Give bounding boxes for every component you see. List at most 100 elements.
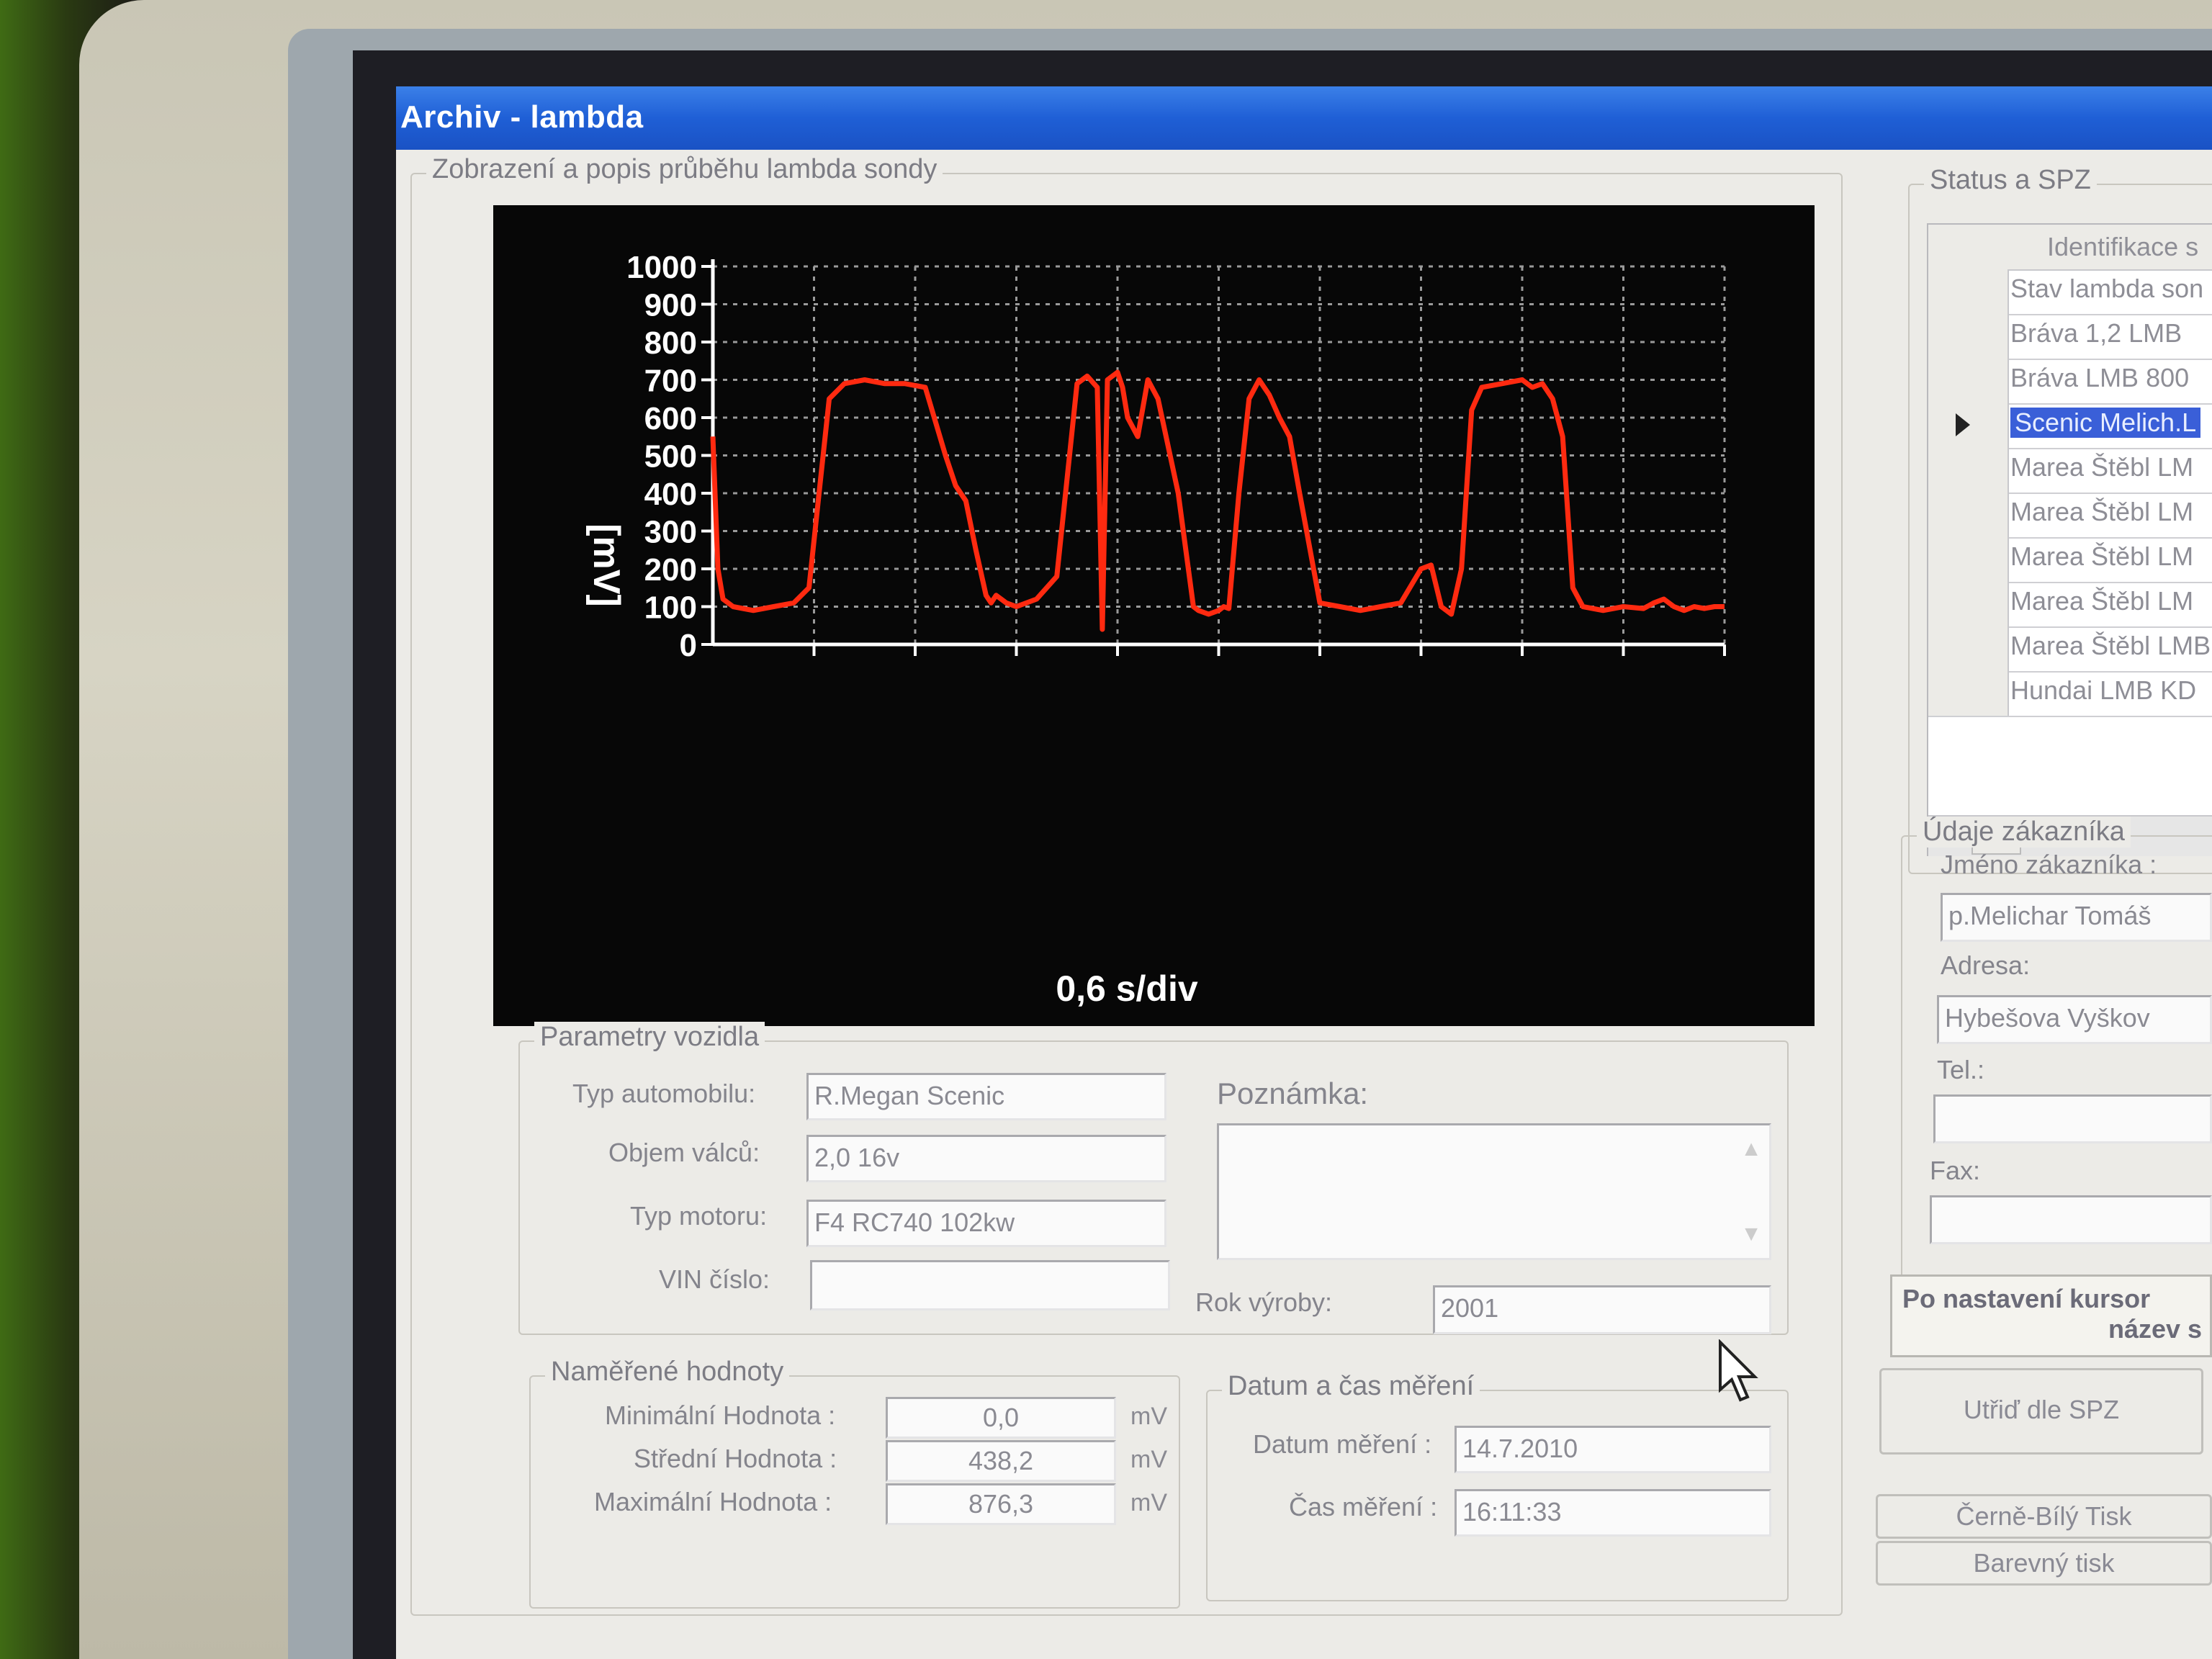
mid-unit: mV bbox=[1130, 1446, 1167, 1473]
cylinder-volume-field[interactable]: 2,0 16v bbox=[806, 1135, 1166, 1182]
row-cell: Stav lambda son bbox=[2010, 274, 2204, 303]
table-row[interactable]: Stav lambda son bbox=[1928, 269, 2212, 315]
datetime-legend: Datum a čas měření bbox=[1222, 1371, 1480, 1402]
y-tick-label: 0 bbox=[680, 628, 697, 663]
lambda-chart-svg: 10009008007006005004003002001000 [mV] 0,… bbox=[585, 250, 1726, 1009]
row-header[interactable] bbox=[1928, 537, 2009, 582]
min-value-label: Minimální Hodnota : bbox=[605, 1401, 836, 1430]
year-label: Rok výroby: bbox=[1195, 1287, 1333, 1317]
cylinder-volume-label: Objem válců: bbox=[608, 1138, 760, 1167]
address-label: Adresa: bbox=[1941, 950, 2031, 980]
time-field: 16:11:33 bbox=[1455, 1489, 1771, 1537]
row-cell: Scenic Melich.L bbox=[2010, 408, 2201, 438]
sort-by-spz-button[interactable]: Utřiď dle SPZ bbox=[1879, 1368, 2203, 1455]
row-header[interactable] bbox=[1928, 448, 2009, 493]
mid-value-field: 438,2 bbox=[886, 1440, 1116, 1482]
row-cell: Bráva 1,2 LMB bbox=[2010, 318, 2182, 348]
row-pointer-icon bbox=[1956, 413, 1970, 436]
y-tick-label: 100 bbox=[644, 590, 697, 626]
max-unit: mV bbox=[1130, 1489, 1167, 1516]
y-tick-label: 500 bbox=[644, 439, 697, 475]
year-field[interactable]: 2001 bbox=[1433, 1285, 1771, 1334]
y-axis-label: [mV] bbox=[585, 523, 627, 607]
fax-field[interactable] bbox=[1930, 1195, 2212, 1244]
y-tick-label: 600 bbox=[644, 401, 697, 436]
table-row[interactable]: Bráva LMB 800 bbox=[1928, 359, 2212, 405]
status-table: Identifikace s Stav lambda son Bráva 1,2 … bbox=[1927, 223, 2212, 856]
car-type-label: Typ automobilu: bbox=[572, 1079, 756, 1108]
row-header[interactable] bbox=[1928, 626, 2009, 671]
row-header[interactable] bbox=[1928, 582, 2009, 626]
x-axis-label: 0,6 s/div bbox=[1056, 968, 1198, 1009]
table-row[interactable]: Hundai LMB KD bbox=[1928, 671, 2212, 717]
min-unit: mV bbox=[1130, 1403, 1167, 1430]
table-row[interactable]: Marea Štěbl LMB bbox=[1928, 626, 2212, 673]
row-cell: Marea Štěbl LM bbox=[2010, 541, 2194, 571]
status-legend: Status a SPZ bbox=[1924, 165, 2097, 196]
table-row[interactable]: Marea Štěbl LM bbox=[1928, 582, 2212, 628]
hint-box: Po nastavení kursor název s bbox=[1890, 1274, 2212, 1357]
row-cell: Marea Štěbl LM bbox=[2010, 452, 2194, 482]
row-cell: Bráva LMB 800 bbox=[2010, 363, 2190, 392]
customer-name-label: Jméno zákazníka : bbox=[1941, 850, 2157, 879]
scroll-up-icon[interactable]: ▲ bbox=[1740, 1128, 1762, 1170]
customer-legend: Údaje zákazníka bbox=[1917, 817, 2131, 848]
note-label: Poznámka: bbox=[1217, 1076, 1369, 1110]
row-header[interactable] bbox=[1928, 359, 2009, 403]
y-tick-label: 700 bbox=[644, 364, 697, 399]
table-row[interactable]: Scenic Melich.L bbox=[1928, 403, 2212, 449]
row-header[interactable] bbox=[1928, 269, 2009, 314]
y-tick-label: 900 bbox=[644, 288, 697, 323]
mid-value-label: Střední Hodnota : bbox=[634, 1444, 837, 1473]
customer-name-field[interactable]: p.Melichar Tomáš bbox=[1941, 893, 2212, 942]
row-cell: Marea Štěbl LM bbox=[2010, 497, 2194, 526]
table-row[interactable]: Marea Štěbl LM bbox=[1928, 493, 2212, 539]
title-bar[interactable]: Archiv - lambda bbox=[396, 86, 2212, 150]
measured-values-legend: Naměřené hodnoty bbox=[545, 1357, 790, 1388]
vehicle-params-legend: Parametry vozidla bbox=[534, 1022, 765, 1053]
y-tick-label: 300 bbox=[644, 515, 697, 550]
lambda-chart: 1000 900 800 700 600 500 400 300 200 100 0 [mV] 0,… bbox=[493, 205, 1815, 1026]
vin-field[interactable] bbox=[810, 1260, 1170, 1310]
max-value-label: Maximální Hodnota : bbox=[594, 1487, 832, 1516]
column-header-label: Identifikace s bbox=[2047, 232, 2199, 261]
table-row[interactable]: Marea Štěbl LM bbox=[1928, 537, 2212, 583]
bw-print-button[interactable]: Černě-Bílý Tisk bbox=[1876, 1494, 2212, 1539]
min-value-field: 0,0 bbox=[886, 1397, 1116, 1439]
row-header[interactable] bbox=[1928, 671, 2009, 716]
graph-group-legend: Zobrazení a popis průběhu lambda sondy bbox=[426, 154, 943, 185]
row-cell: Marea Štěbl LMB bbox=[2010, 631, 2211, 660]
scroll-down-icon[interactable]: ▼ bbox=[1740, 1213, 1762, 1255]
color-print-button[interactable]: Barevný tisk bbox=[1876, 1541, 2212, 1586]
table-column-header[interactable]: Identifikace s bbox=[1928, 225, 2212, 271]
note-textarea[interactable]: ▲ ▼ bbox=[1217, 1123, 1771, 1260]
window-title: Archiv - lambda bbox=[400, 99, 644, 135]
date-label: Datum měření : bbox=[1253, 1429, 1432, 1459]
y-tick-label: 800 bbox=[644, 325, 697, 361]
tel-field[interactable] bbox=[1933, 1094, 2212, 1143]
car-type-field[interactable]: R.Megan Scenic bbox=[806, 1073, 1166, 1120]
date-field: 14.7.2010 bbox=[1455, 1426, 1771, 1473]
table-row[interactable]: Bráva 1,2 LMB bbox=[1928, 314, 2212, 360]
row-header[interactable] bbox=[1928, 403, 2009, 448]
engine-type-label: Typ motoru: bbox=[630, 1201, 768, 1231]
row-cell: Hundai LMB KD bbox=[2010, 675, 2197, 705]
address-field[interactable]: Hybešova Vyškov bbox=[1937, 995, 2212, 1044]
y-tick-label: 200 bbox=[644, 552, 697, 588]
vin-label: VIN číslo: bbox=[659, 1264, 770, 1294]
mouse-cursor-icon bbox=[1719, 1339, 1758, 1402]
time-label: Čas měření : bbox=[1289, 1492, 1438, 1521]
row-cell: Marea Štěbl LM bbox=[2010, 586, 2194, 616]
hint-line-1: Po nastavení kursor bbox=[1902, 1284, 2151, 1313]
hint-line-2: název s bbox=[2108, 1314, 2203, 1344]
y-tick-label: 1000 bbox=[626, 250, 697, 285]
engine-type-field[interactable]: F4 RC740 102kw bbox=[806, 1200, 1166, 1247]
table-row[interactable]: Marea Štěbl LM bbox=[1928, 448, 2212, 494]
archive-window: Archiv - lambda Zobrazení a popis průběh… bbox=[396, 86, 2212, 1659]
tel-label: Tel.: bbox=[1937, 1055, 1985, 1084]
y-tick-label: 400 bbox=[644, 477, 697, 512]
max-value-field: 876,3 bbox=[886, 1483, 1116, 1525]
row-header[interactable] bbox=[1928, 493, 2009, 537]
fax-label: Fax: bbox=[1930, 1156, 1981, 1185]
row-header[interactable] bbox=[1928, 314, 2009, 359]
